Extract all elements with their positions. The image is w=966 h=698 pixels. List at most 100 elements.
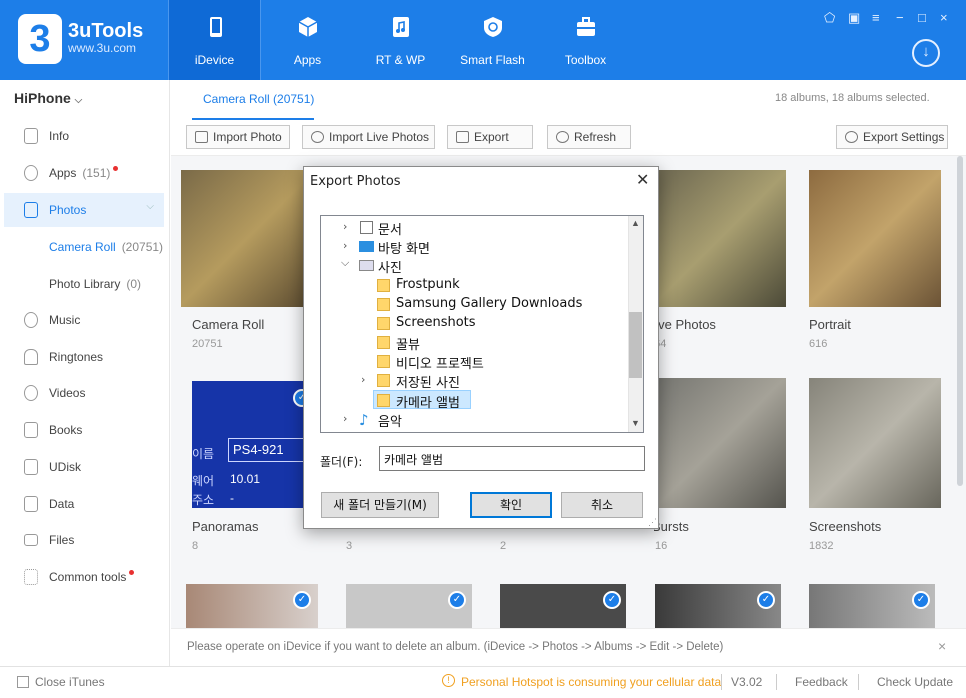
import-photo-button[interactable]: Import Photo xyxy=(186,125,290,149)
apps-cube-icon xyxy=(298,17,318,37)
tree-item-honeyview[interactable]: 꿀뷰 xyxy=(321,333,626,353)
usb-icon xyxy=(24,459,38,475)
tree-item-label: 바탕 화면 xyxy=(378,242,430,257)
scroll-down-icon[interactable]: ▼ xyxy=(631,418,640,428)
book-icon xyxy=(24,422,38,438)
album-thumbnail[interactable] xyxy=(809,170,941,307)
screen-icon[interactable]: ▣ xyxy=(848,10,860,26)
scrollbar-thumb[interactable] xyxy=(629,312,642,378)
refresh-button[interactable]: Refresh xyxy=(547,125,631,149)
new-folder-button[interactable]: 새 폴더 만들기(M) xyxy=(321,492,439,518)
music-file-icon xyxy=(393,17,409,37)
sidebar-item-videos[interactable]: Videos xyxy=(0,376,170,410)
nav-apps[interactable]: Apps xyxy=(261,0,354,80)
device-selector[interactable]: HiPhone ⌵ xyxy=(14,90,82,106)
feedback-link[interactable]: Feedback xyxy=(795,675,848,689)
sidebar-item-data[interactable]: Data xyxy=(0,487,170,521)
device-name: HiPhone xyxy=(14,90,71,106)
cancel-button[interactable]: 취소 xyxy=(561,492,643,518)
button-label: Export Settings xyxy=(863,130,945,144)
app-url: www.3u.com xyxy=(68,41,137,55)
album-thumbnail[interactable] xyxy=(654,378,786,508)
button-label: Refresh xyxy=(574,130,617,144)
tree-item-music[interactable]: › ♪ 음악 xyxy=(321,410,626,430)
tree-item-frostpunk[interactable]: Frostpunk xyxy=(321,276,626,295)
subitem-label: Photo Library xyxy=(49,277,121,291)
checkmark-icon[interactable]: ✓ xyxy=(293,591,311,609)
check-update-link[interactable]: Check Update xyxy=(877,675,953,689)
nav-rt-wp[interactable]: RT & WP xyxy=(354,0,447,80)
export-button[interactable]: Export xyxy=(447,125,533,149)
tree-item-samsung-gallery[interactable]: Samsung Gallery Downloads xyxy=(321,295,626,314)
close-icon[interactable]: × xyxy=(940,10,948,25)
sidebar-item-common-tools[interactable]: Common tools xyxy=(0,560,170,594)
tab-camera-roll[interactable]: Camera Roll (20751) xyxy=(203,92,314,106)
nav-idevice[interactable]: iDevice xyxy=(168,0,261,80)
sidebar-item-label: Photos xyxy=(49,203,87,217)
tree-item-video-projects[interactable]: 비디오 프로젝트 xyxy=(321,352,626,372)
close-icon[interactable]: ✕ xyxy=(636,170,649,190)
nav-toolbox[interactable]: Toolbox xyxy=(539,0,632,80)
thumbnail-text: 10.01 xyxy=(230,472,261,486)
close-itunes-checkbox[interactable] xyxy=(17,676,29,688)
tree-item-pictures[interactable]: ⌵ 사진 xyxy=(321,256,626,276)
warning-icon: ! xyxy=(442,674,455,687)
sidebar-item-udisk[interactable]: UDisk xyxy=(0,450,170,484)
skin-icon[interactable]: ⬠ xyxy=(824,10,835,26)
export-settings-button[interactable]: Export Settings xyxy=(836,125,948,149)
checkmark-icon[interactable]: ✓ xyxy=(448,591,466,609)
scroll-up-icon[interactable]: ▲ xyxy=(631,218,640,228)
nav-label: Smart Flash xyxy=(460,53,525,67)
document-icon xyxy=(360,221,373,234)
chevron-right-icon: › xyxy=(343,412,348,425)
sidebar-item-files[interactable]: Files xyxy=(0,523,170,557)
sidebar-subitem-camera-roll[interactable]: Camera Roll (20751) xyxy=(49,240,163,254)
tree-item-camera-album-selected[interactable]: 카메라 앨범 xyxy=(373,390,471,411)
checkmark-icon[interactable]: ✓ xyxy=(603,591,621,609)
album-count: 8 xyxy=(192,540,199,552)
album-thumbnail[interactable] xyxy=(809,378,941,508)
checkmark-icon[interactable]: ✓ xyxy=(757,591,775,609)
sidebar-item-label: Music xyxy=(49,313,81,327)
divider xyxy=(858,674,859,690)
close-icon[interactable]: × xyxy=(938,638,946,654)
tree-item-desktop[interactable]: › 바탕 화면 xyxy=(321,237,626,257)
album-name: Panoramas xyxy=(192,519,259,534)
sidebar-item-apps[interactable]: Apps (151) xyxy=(0,156,170,190)
checkmark-icon[interactable]: ✓ xyxy=(912,591,930,609)
button-label: Import Live Photos xyxy=(329,130,430,144)
sidebar-item-info[interactable]: Info xyxy=(0,119,170,153)
album-thumbnail[interactable] xyxy=(654,170,786,307)
sidebar-item-music[interactable]: Music xyxy=(0,303,170,337)
download-icon[interactable]: ↓ xyxy=(912,39,940,67)
tree-item-label: 카메라 앨범 xyxy=(396,396,460,411)
import-live-photos-button[interactable]: Import Live Photos xyxy=(302,125,435,149)
album-count: 16 xyxy=(655,540,668,552)
maximize-icon[interactable]: □ xyxy=(918,10,926,25)
toolbox-icon xyxy=(577,17,595,36)
sidebar-item-ringtones[interactable]: Ringtones xyxy=(0,340,170,374)
grid-tools-icon xyxy=(24,569,38,585)
nav-smart-flash[interactable]: Smart Flash xyxy=(446,0,539,80)
sidebar-subitem-photo-library[interactable]: Photo Library (0) xyxy=(49,277,141,291)
scrollbar[interactable] xyxy=(957,156,963,486)
sidebar-item-photos[interactable]: Photos ⌵ xyxy=(4,193,164,227)
resize-grip-icon[interactable]: ⋰ xyxy=(648,517,657,528)
folder-input[interactable]: 카메라 앨범 xyxy=(379,446,645,471)
subitem-label: Camera Roll xyxy=(49,240,116,254)
tree-item-label: 비디오 프로젝트 xyxy=(396,357,484,372)
video-play-icon xyxy=(24,385,38,401)
album-thumbnail[interactable] xyxy=(181,170,313,307)
chevron-down-icon: ⌵ xyxy=(146,201,154,212)
sidebar-item-books[interactable]: Books xyxy=(0,413,170,447)
minimize-icon[interactable]: − xyxy=(896,10,904,25)
tree-item-label: 음악 xyxy=(378,415,402,430)
export-icon xyxy=(456,131,469,143)
tree-item-screenshots[interactable]: Screenshots xyxy=(321,314,626,333)
menu-icon[interactable]: ≡ xyxy=(872,10,880,25)
tree-item-documents[interactable]: › 문서 xyxy=(321,218,626,238)
tree-item-saved-pictures[interactable]: › 저장된 사진 xyxy=(321,371,626,391)
notification-dot xyxy=(113,166,119,171)
hotspot-warning[interactable]: Personal Hotspot is consuming your cellu… xyxy=(461,675,721,689)
ok-button[interactable]: 확인 xyxy=(470,492,552,518)
